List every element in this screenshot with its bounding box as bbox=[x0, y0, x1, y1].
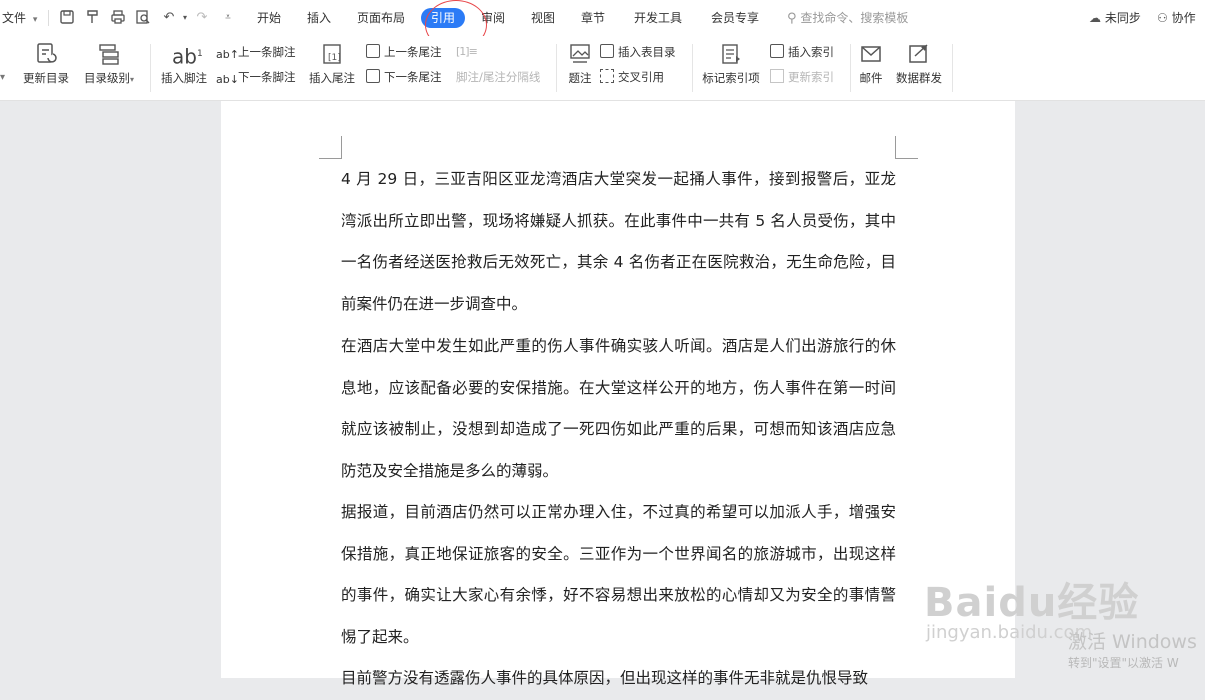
insert-endnote-label: 插入尾注 bbox=[309, 71, 355, 85]
activate-windows-subtitle: 转到"设置"以激活 W bbox=[1068, 656, 1179, 670]
update-toc-icon bbox=[34, 42, 58, 66]
insert-table-of-figures-button[interactable]: 插入表目录 bbox=[600, 43, 676, 61]
chevron-down-icon: ▾ bbox=[129, 75, 134, 84]
margin-corner-top-left bbox=[319, 136, 342, 159]
title-tab-bar: 文件 ▾ ↶ ▾ ↷ ⩡ 开始 插入 页面布局 引用 审阅 视图 章节 开发工具… bbox=[0, 0, 1205, 36]
data-send-label: 数据群发 bbox=[896, 71, 942, 85]
next-footnote-label: 下一条脚注 bbox=[238, 70, 296, 84]
toc-level-label: 目录级别 bbox=[83, 71, 130, 85]
cross-reference-icon bbox=[600, 69, 614, 83]
tab-member[interactable]: 会员专享 bbox=[711, 0, 759, 36]
divider bbox=[556, 44, 557, 92]
insert-footnote-label: 插入脚注 bbox=[161, 71, 207, 85]
cross-reference-label: 交叉引用 bbox=[618, 70, 664, 84]
divider bbox=[48, 10, 49, 26]
update-toc-label: 更新目录 bbox=[23, 71, 69, 85]
tab-page-layout[interactable]: 页面布局 bbox=[357, 0, 405, 36]
mark-index-icon bbox=[719, 42, 743, 66]
caption-button[interactable]: 题注 bbox=[562, 42, 598, 86]
collab-label: 协作 bbox=[1171, 11, 1196, 25]
data-send-icon bbox=[907, 42, 931, 66]
tab-developer[interactable]: 开发工具 bbox=[634, 0, 682, 36]
paragraph-4[interactable]: 目前警方没有透露伤人事件的具体原因，但出现这样的事件无非就是仇恨导致 bbox=[341, 658, 896, 700]
update-toc-button[interactable]: 更新目录 bbox=[18, 42, 74, 86]
prev-endnote-icon bbox=[366, 44, 380, 58]
divider bbox=[692, 44, 693, 92]
person-icon: ⚇ bbox=[1157, 11, 1168, 25]
next-endnote-label: 下一条尾注 bbox=[384, 70, 442, 84]
prev-endnote-button[interactable]: 上一条尾注 bbox=[366, 43, 442, 61]
next-footnote-button[interactable]: ab↓下一条脚注 bbox=[216, 68, 296, 86]
baidu-watermark: Baidu经验 bbox=[924, 580, 1140, 626]
endnote-icon: [1] bbox=[320, 42, 344, 66]
chevron-down-icon: ▾ bbox=[32, 15, 38, 25]
undo-dropdown-icon[interactable]: ▾ bbox=[176, 9, 194, 27]
update-index-button: 更新索引 bbox=[770, 68, 834, 86]
divider bbox=[952, 44, 953, 92]
search-placeholder: 查找命令、搜索模板 bbox=[800, 11, 909, 25]
separator-icon: [1]≡ bbox=[456, 45, 478, 58]
paragraph-1[interactable]: 4 月 29 日，三亚吉阳区亚龙湾酒店大堂突发一起捅人事件，接到报警后，亚龙湾派… bbox=[341, 159, 896, 325]
chevron-down-icon[interactable]: ▾ bbox=[0, 72, 5, 83]
mail-icon bbox=[859, 42, 883, 66]
toc-level-button[interactable]: 目录级别▾ bbox=[78, 42, 140, 86]
next-endnote-button[interactable]: 下一条尾注 bbox=[366, 68, 442, 86]
search-icon: ⚲ bbox=[787, 11, 797, 26]
tab-home[interactable]: 开始 bbox=[257, 0, 281, 36]
collab-button[interactable]: ⚇ 协作 bbox=[1157, 0, 1196, 36]
mail-label: 邮件 bbox=[859, 71, 883, 85]
insert-index-label: 插入索引 bbox=[788, 45, 834, 59]
footnote-separator-button: 脚注/尾注分隔线 bbox=[456, 68, 540, 86]
footnote-separator-label: 脚注/尾注分隔线 bbox=[456, 70, 541, 84]
format-painter-icon[interactable] bbox=[84, 9, 102, 27]
tab-insert[interactable]: 插入 bbox=[307, 0, 331, 36]
tab-chapter[interactable]: 章节 bbox=[581, 0, 605, 36]
activate-windows-title: 激活 Windows bbox=[1068, 631, 1197, 653]
cloud-icon: ☁ bbox=[1089, 11, 1101, 25]
divider bbox=[150, 44, 151, 92]
sync-status[interactable]: ☁ 未同步 bbox=[1089, 0, 1141, 36]
prev-footnote-button[interactable]: ab↑上一条脚注 bbox=[216, 43, 296, 61]
divider bbox=[850, 44, 851, 92]
prev-footnote-label: 上一条脚注 bbox=[238, 45, 296, 59]
customize-toolbar-icon[interactable]: ⩡ bbox=[219, 9, 237, 27]
print-preview-icon[interactable] bbox=[134, 9, 152, 27]
insert-endnote-button[interactable]: [1] 插入尾注 bbox=[304, 42, 360, 86]
sync-label: 未同步 bbox=[1104, 11, 1141, 25]
insert-table-of-figures-label: 插入表目录 bbox=[618, 45, 676, 59]
mark-index-entry-button[interactable]: 标记索引项 bbox=[698, 42, 764, 86]
insert-index-button[interactable]: 插入索引 bbox=[770, 43, 834, 61]
next-endnote-icon bbox=[366, 69, 380, 83]
insert-footnote-button[interactable]: ab1 插入脚注 bbox=[156, 42, 212, 86]
mark-index-entry-label: 标记索引项 bbox=[702, 71, 760, 85]
prev-endnote-label: 上一条尾注 bbox=[384, 45, 442, 59]
document-page[interactable]: 4 月 29 日，三亚吉阳区亚龙湾酒店大堂突发一起捅人事件，接到报警后，亚龙湾派… bbox=[221, 101, 1015, 687]
tab-view[interactable]: 视图 bbox=[531, 0, 555, 36]
toc-level-icon bbox=[97, 42, 121, 66]
mail-button[interactable]: 邮件 bbox=[853, 42, 889, 86]
paragraph-2[interactable]: 在酒店大堂中发生如此严重的伤人事件确实骇人听闻。酒店是人们出游旅行的休息地，应该… bbox=[341, 326, 896, 492]
paragraph-3[interactable]: 据报道，目前酒店仍然可以正常办理入住，不过真的希望可以加派人手，增强安保措施，真… bbox=[341, 492, 896, 658]
ribbon-references: ▾ 更新目录 目录级别▾ ab1 插入脚注 ab↑上一条脚注 ab↓下一条脚注 … bbox=[0, 36, 1205, 101]
cross-reference-button[interactable]: 交叉引用 bbox=[600, 68, 664, 86]
svg-text:[1]: [1] bbox=[328, 53, 341, 63]
file-menu-label: 文件 bbox=[2, 11, 27, 25]
footnote-icon: ab1 bbox=[172, 44, 203, 69]
print-icon[interactable] bbox=[109, 9, 127, 27]
file-menu[interactable]: 文件 ▾ bbox=[0, 0, 37, 36]
command-search[interactable]: ⚲ 查找命令、搜索模板 bbox=[787, 0, 908, 36]
caption-icon bbox=[568, 42, 592, 66]
save-icon[interactable] bbox=[58, 9, 76, 27]
margin-corner-top-right bbox=[895, 136, 918, 159]
next-footnote-icon: ab↓ bbox=[216, 73, 239, 86]
redo-icon: ↷ bbox=[196, 10, 208, 25]
insert-index-icon bbox=[770, 44, 784, 58]
caption-label: 题注 bbox=[568, 71, 592, 85]
update-index-label: 更新索引 bbox=[788, 70, 834, 84]
update-index-icon bbox=[770, 69, 784, 83]
prev-footnote-icon: ab↑ bbox=[216, 48, 239, 61]
table-of-figures-icon bbox=[600, 44, 614, 58]
data-send-button[interactable]: 数据群发 bbox=[892, 42, 946, 86]
